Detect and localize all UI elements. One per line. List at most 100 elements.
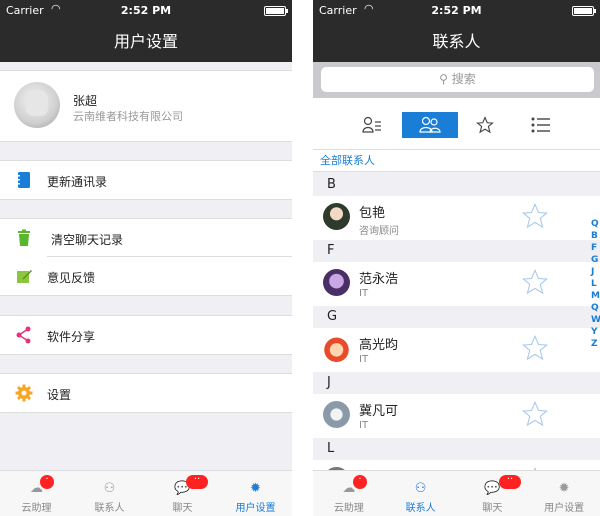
feedback-label: 意见反馈 — [47, 271, 96, 285]
person-icon: ⚇ — [414, 481, 427, 496]
clear-chat-label: 清空聊天记录 — [51, 233, 124, 247]
tab-contacts-list[interactable] — [344, 112, 400, 138]
index-letter[interactable]: Q — [591, 302, 600, 314]
tab-chat[interactable]: 💬 聊天 — [146, 471, 219, 516]
tab-assistant[interactable]: ☁ 云助理 — [0, 471, 73, 516]
settings-label: 设置 — [47, 388, 72, 402]
clock-label: 2:52 PM — [431, 4, 482, 17]
tab-assistant[interactable]: ☁ 云助理 — [313, 471, 385, 516]
contact-row[interactable]: 高光昀 IT — [313, 328, 600, 372]
alphabet-index[interactable]: Q B F G J L M Q W Y Z — [591, 218, 600, 350]
user-settings-screen: Carrier ◠ 2:52 PM 用户设置 张超 云南维者科技有限公司 更新通… — [0, 0, 292, 516]
gear-icon: ✹ — [250, 481, 261, 496]
chat-icon: 💬 — [484, 481, 501, 496]
tab-assistant-label: 云助理 — [21, 503, 52, 514]
profile-company: 云南维者科技有限公司 — [73, 110, 183, 123]
contact-title: IT — [359, 288, 369, 299]
contact-name: 包艳 — [359, 206, 386, 221]
profile-card[interactable]: 张超 云南维者科技有限公司 — [0, 70, 292, 142]
avatar — [323, 203, 350, 230]
contact-name: 冀凡可 — [359, 404, 399, 419]
filter-segment — [313, 98, 600, 150]
share-label: 软件分享 — [47, 330, 96, 344]
search-input[interactable]: ⚲ 搜索 — [321, 67, 594, 92]
all-contacts-link[interactable]: 全部联系人 — [313, 150, 600, 172]
star-icon — [476, 116, 494, 134]
section-header: J — [313, 372, 600, 394]
star-icon[interactable] — [521, 268, 549, 296]
tab-user-settings-label: 用户设置 — [235, 503, 276, 514]
star-icon[interactable] — [521, 202, 549, 230]
avatar — [323, 401, 350, 428]
contacts-screen: Carrier ◠ 2:52 PM 联系人 ⚲ 搜索 全部联系人 B 包艳 咨询… — [313, 0, 600, 516]
contact-row[interactable]: 范永浩 IT — [313, 262, 600, 306]
badge: · — [40, 475, 54, 489]
section-header: L — [313, 438, 600, 460]
contact-row[interactable]: 冀凡可 IT — [313, 394, 600, 438]
group-update: 更新通讯录 — [0, 160, 292, 200]
group-actions: 清空聊天记录 意见反馈 — [0, 218, 292, 296]
group-settings: 设置 — [0, 373, 292, 413]
index-letter[interactable]: Y — [591, 326, 600, 338]
share-row[interactable]: 软件分享 — [0, 316, 292, 354]
page-title: 用户设置 — [0, 22, 292, 62]
status-bar: Carrier ◠ 2:52 PM — [0, 0, 292, 22]
update-contacts-row[interactable]: 更新通讯录 — [0, 161, 292, 199]
index-letter[interactable]: B — [591, 230, 600, 242]
section-header: G — [313, 306, 600, 328]
gear-icon — [15, 384, 33, 402]
index-letter[interactable]: J — [591, 266, 600, 278]
gear-icon: ✹ — [558, 481, 570, 496]
tab-user-settings[interactable]: ✹ 用户设置 — [528, 471, 600, 516]
contact-title: IT — [359, 420, 369, 431]
star-icon[interactable] — [521, 334, 549, 362]
search-bar: ⚲ 搜索 — [313, 62, 600, 98]
avatar — [323, 269, 350, 296]
index-letter[interactable]: Z — [591, 338, 600, 350]
trash-icon — [18, 229, 30, 246]
tab-bar: ☁ 云助理 · ⚇ 联系人 💬 聊天 ·· ✹ 用户设置 — [0, 470, 292, 516]
star-icon[interactable] — [521, 400, 549, 428]
index-letter[interactable]: F — [591, 242, 600, 254]
badge: ·· — [186, 475, 208, 489]
index-letter[interactable]: G — [591, 254, 600, 266]
list-icon — [531, 117, 550, 133]
tab-contacts[interactable]: ⚇ 联系人 — [385, 471, 457, 516]
tab-groups[interactable] — [402, 112, 458, 138]
person-icon: ⚇ — [103, 481, 116, 496]
battery-icon — [264, 6, 288, 16]
contact-title: 咨询顾问 — [359, 226, 399, 237]
settings-row[interactable]: 设置 — [0, 374, 292, 412]
contact-list-icon — [362, 116, 381, 133]
clock-label: 2:52 PM — [120, 4, 172, 17]
address-book-icon — [17, 172, 30, 188]
tab-list[interactable] — [513, 112, 569, 138]
avatar[interactable] — [14, 82, 60, 128]
battery-icon — [572, 6, 596, 16]
contact-row[interactable]: 包艳 咨询顾问 — [313, 196, 600, 240]
page-title: 联系人 — [313, 22, 600, 62]
index-letter[interactable]: W — [591, 314, 600, 326]
tab-favorites[interactable] — [457, 112, 513, 138]
search-icon: ⚲ — [439, 72, 448, 86]
tab-contacts-label: 联系人 — [405, 503, 436, 514]
tab-user-settings-label: 用户设置 — [544, 503, 585, 514]
section-header: B — [313, 174, 600, 196]
contact-name: 范永浩 — [359, 272, 399, 287]
index-letter[interactable]: Q — [591, 218, 600, 230]
tab-contacts[interactable]: ⚇ 联系人 — [73, 471, 146, 516]
tab-bar: ☁ 云助理 · ⚇ 联系人 💬 聊天 ·· ✹ 用户设置 — [313, 470, 600, 516]
update-contacts-label: 更新通讯录 — [47, 175, 108, 189]
index-letter[interactable]: M — [591, 290, 600, 302]
group-share: 软件分享 — [0, 315, 292, 355]
search-placeholder: 搜索 — [451, 72, 476, 86]
badge: · — [353, 475, 367, 489]
feedback-row[interactable]: 意见反馈 — [0, 257, 292, 295]
status-bar: Carrier ◠ 2:52 PM — [313, 0, 600, 22]
index-letter[interactable]: L — [591, 278, 600, 290]
share-icon — [16, 326, 31, 344]
tab-user-settings[interactable]: ✹ 用户设置 — [219, 471, 292, 516]
tab-assistant-label: 云助理 — [333, 503, 364, 514]
tab-chat-label: 聊天 — [482, 503, 503, 514]
clear-chat-row[interactable]: 清空聊天记录 — [0, 219, 292, 257]
